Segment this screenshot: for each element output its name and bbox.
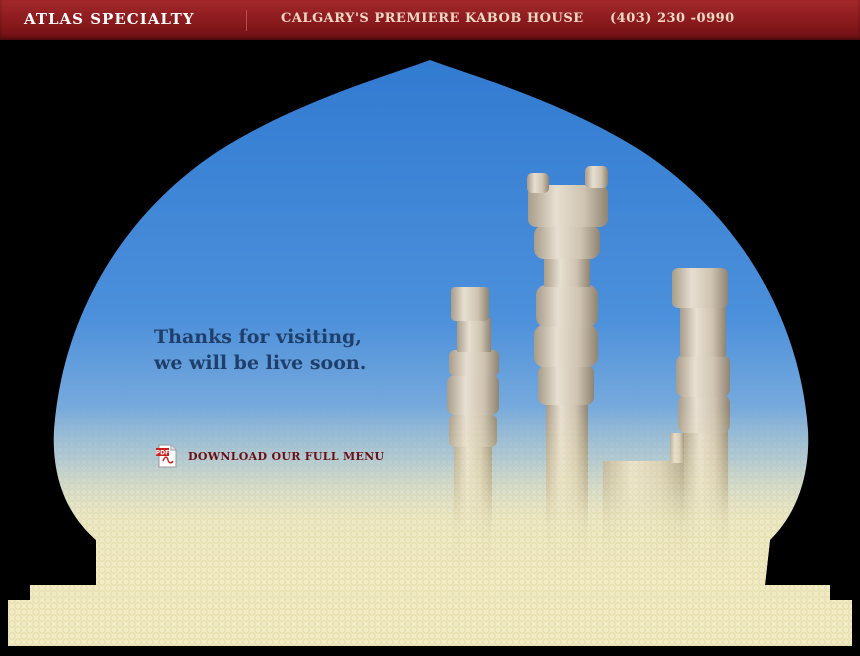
brand-logo[interactable]: ATLAS SPECIALTY	[24, 10, 195, 28]
header-divider	[246, 10, 247, 31]
message-line-2: we will be live soon.	[154, 352, 367, 374]
landing-page: ATLAS SPECIALTY CALGARY'S PREMIERE KABOB…	[0, 0, 860, 656]
phone-number[interactable]: (403) 230 -0990	[610, 11, 735, 26]
header-tagline: CALGARY'S PREMIERE KABOB HOUSE	[281, 11, 584, 26]
download-menu-label[interactable]: DOWNLOAD OUR FULL MENU	[188, 450, 384, 463]
arch-scene	[8, 60, 852, 646]
pdf-icon-label: PDF	[156, 450, 169, 457]
message-line-1: Thanks for visiting,	[154, 326, 362, 348]
coming-soon-message: Thanks for visiting, we will be live soo…	[154, 324, 366, 376]
download-menu-link[interactable]: PDF DOWNLOAD OUR FULL MENU	[155, 444, 384, 468]
pdf-icon: PDF	[156, 444, 177, 468]
top-header-bar: ATLAS SPECIALTY CALGARY'S PREMIERE KABOB…	[0, 0, 860, 40]
